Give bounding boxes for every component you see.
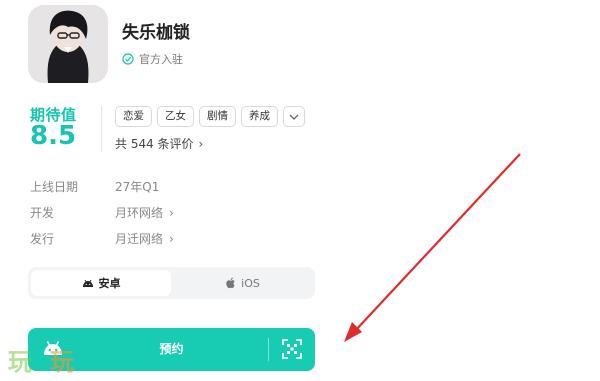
qr-scan-icon[interactable] <box>282 339 302 359</box>
check-circle-icon <box>122 53 134 65</box>
release-date-text: 27年Q1 <box>115 180 160 194</box>
review-count-text: 共 544 条评价 <box>115 137 194 151</box>
chevron-right-icon: › <box>169 231 174 246</box>
watermark-char: 玩 <box>50 347 74 376</box>
expectation-score: 8.5 <box>30 121 77 151</box>
tab-android[interactable]: 安卓 <box>31 270 171 296</box>
game-detail-page: 失乐枷锁 官方入驻 期待值 8.5 恋爱 乙女 剧情 养成 共 544 条评价 … <box>0 0 600 381</box>
tag-item[interactable]: 乙女 <box>157 106 194 127</box>
publisher-name: 月迁网络 <box>115 232 164 246</box>
app-title: 失乐枷锁 <box>122 23 190 43</box>
publisher-label: 发行 <box>30 232 55 246</box>
watermark-char: 玩 <box>8 347 32 376</box>
tab-android-label: 安卓 <box>98 277 121 290</box>
watermark: 玩 玩 <box>8 342 74 377</box>
release-date-label: 上线日期 <box>30 180 79 194</box>
verified-label: 官方入驻 <box>139 53 183 66</box>
developer-link[interactable]: 月环网络 › <box>115 204 174 221</box>
tag-list: 恋爱 乙女 剧情 养成 <box>115 106 305 127</box>
publisher-link[interactable]: 月迁网络 › <box>115 230 174 247</box>
app-icon <box>28 5 108 83</box>
reserve-divider <box>268 338 269 361</box>
chevron-down-icon <box>289 114 299 120</box>
apple-icon <box>226 277 235 289</box>
developer-label: 开发 <box>30 206 55 220</box>
rating-divider <box>101 106 102 152</box>
tags-expand-button[interactable] <box>283 106 305 127</box>
tab-ios-label: iOS <box>241 276 260 290</box>
platform-switch: 安卓 iOS <box>28 267 315 299</box>
review-count-link[interactable]: 共 544 条评价 › <box>115 135 203 152</box>
chevron-right-icon: › <box>169 205 174 220</box>
tag-item[interactable]: 剧情 <box>199 106 236 127</box>
tab-ios[interactable]: iOS <box>173 270 313 296</box>
developer-name: 月环网络 <box>115 206 164 220</box>
tag-item[interactable]: 恋爱 <box>115 106 152 127</box>
release-date-value: 27年Q1 <box>115 178 159 195</box>
tag-item[interactable]: 养成 <box>241 106 278 127</box>
chevron-right-icon: › <box>198 136 204 151</box>
verified-badge: 官方入驻 <box>122 51 183 67</box>
android-icon <box>82 279 93 287</box>
